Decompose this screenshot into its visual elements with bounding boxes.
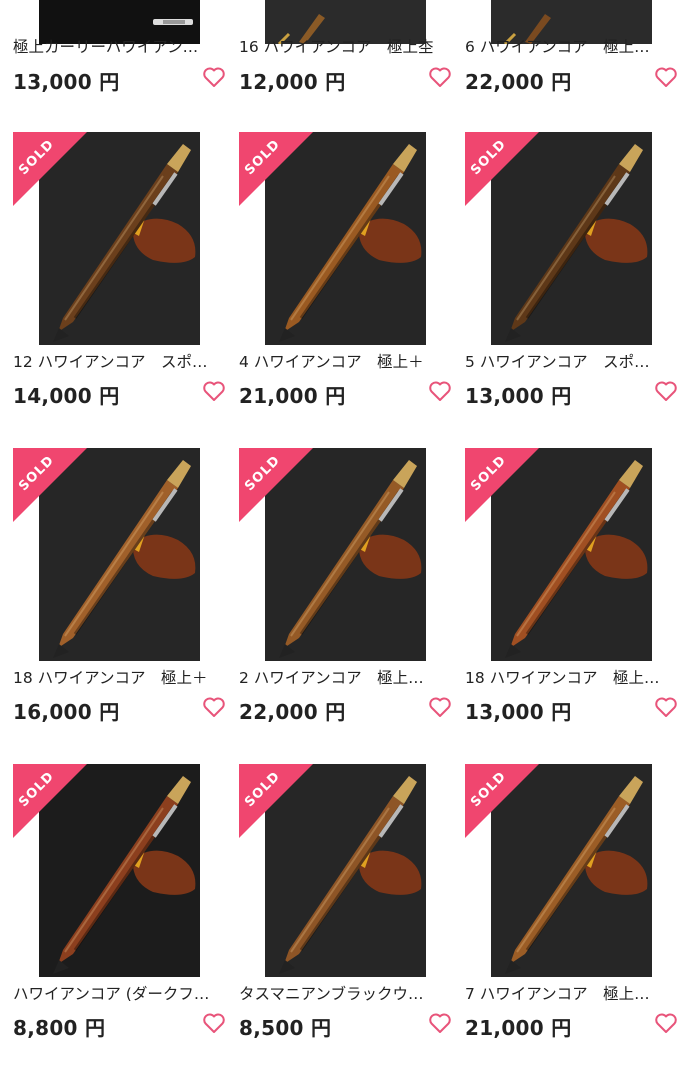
product-card[interactable]: SOLD 18 ハワイアンコア 極上＋ 16,000 円 [13,448,226,724]
product-price: 8,500 円 [239,1016,332,1040]
product-image[interactable]: SOLD [239,764,426,977]
product-price: 13,000 円 [465,384,572,408]
product-title[interactable]: タスマニアンブラックウ… [239,984,452,1004]
product-rows: SOLD 12 ハワイアンコア スポ… 14,000 円 SOLD 4 ハワイアンコア … [0,132,691,1080]
product-image[interactable]: SOLD [465,764,652,977]
heart-icon[interactable] [202,66,226,88]
product-card[interactable]: 6 ハワイアンコア 極上… 22,000 円 [465,0,678,94]
product-title[interactable]: 18 ハワイアンコア 極上＋ [13,668,226,688]
product-image[interactable]: SOLD [465,132,652,345]
product-price: 12,000 円 [239,70,346,94]
product-title[interactable]: 4 ハワイアンコア 極上＋ [239,352,452,372]
product-grid: 極上カーリーハワイアン… 13,000 円 16 ハワイアンコア 極上杢 12,… [0,0,691,1080]
product-card[interactable]: SOLD 2 ハワイアンコア 極上… 22,000 円 [239,448,452,724]
product-price: 14,000 円 [13,384,120,408]
heart-icon[interactable] [654,66,678,88]
heart-icon[interactable] [428,66,452,88]
product-price: 22,000 円 [239,700,346,724]
product-title[interactable]: 7 ハワイアンコア 極上… [465,984,678,1004]
sold-ribbon: SOLD [465,448,539,522]
product-title[interactable]: 18 ハワイアンコア 極上… [465,668,678,688]
sold-ribbon: SOLD [239,132,313,206]
product-title[interactable]: 12 ハワイアンコア スポ… [13,352,226,372]
heart-icon[interactable] [654,696,678,718]
product-card[interactable]: SOLD ハワイアンコア (ダークフ… 8,800 円 [13,764,226,1040]
heart-icon[interactable] [202,696,226,718]
heart-icon[interactable] [654,1012,678,1034]
sold-ribbon: SOLD [13,764,87,838]
product-row: SOLD 12 ハワイアンコア スポ… 14,000 円 SOLD 4 ハワイアンコア … [0,132,691,448]
product-title[interactable]: 2 ハワイアンコア 極上… [239,668,452,688]
product-price: 16,000 円 [13,700,120,724]
sold-ribbon: SOLD [465,764,539,838]
heart-icon[interactable] [428,1012,452,1034]
product-price: 13,000 円 [13,70,120,94]
product-image[interactable]: SOLD [13,448,200,661]
product-title[interactable]: 5 ハワイアンコア スポ… [465,352,678,372]
product-card[interactable]: SOLD 18 ハワイアンコア 極上… 13,000 円 [465,448,678,724]
product-row: 極上カーリーハワイアン… 13,000 円 16 ハワイアンコア 極上杢 12,… [0,0,691,132]
product-title[interactable]: 16 ハワイアンコア 極上杢 [239,37,452,57]
product-row: SOLD 18 ハワイアンコア 極上＋ 16,000 円 SOLD 2 ハワイアンコア … [0,448,691,764]
product-card[interactable]: SOLD 5 ハワイアンコア スポ… 13,000 円 [465,132,678,408]
product-card[interactable]: SOLD 4 ハワイアンコア 極上＋ 21,000 円 [239,132,452,408]
heart-icon[interactable] [428,380,452,402]
sold-ribbon: SOLD [239,448,313,522]
heart-icon[interactable] [428,696,452,718]
heart-icon[interactable] [202,1012,226,1034]
product-price: 8,800 円 [13,1016,106,1040]
heart-icon[interactable] [202,380,226,402]
product-image[interactable]: SOLD [13,764,200,977]
product-image[interactable]: SOLD [465,448,652,661]
product-card[interactable]: SOLD 12 ハワイアンコア スポ… 14,000 円 [13,132,226,408]
product-price: 22,000 円 [465,70,572,94]
heart-icon[interactable] [654,380,678,402]
product-title[interactable]: 6 ハワイアンコア 極上… [465,37,678,57]
product-price: 21,000 円 [465,1016,572,1040]
product-price: 21,000 円 [239,384,346,408]
product-title[interactable]: ハワイアンコア (ダークフ… [13,984,226,1004]
product-image[interactable]: SOLD [239,132,426,345]
product-card[interactable]: 16 ハワイアンコア 極上杢 12,000 円 [239,0,452,94]
product-title[interactable]: 極上カーリーハワイアン… [13,37,226,57]
product-card[interactable]: SOLD 7 ハワイアンコア 極上… 21,000 円 [465,764,678,1040]
product-card[interactable]: SOLD タスマニアンブラックウ… 8,500 円 [239,764,452,1040]
product-image[interactable]: SOLD [239,448,426,661]
sold-ribbon: SOLD [13,448,87,522]
product-row: SOLD ハワイアンコア (ダークフ… 8,800 円 SOLD タスマニアンブラックウ… [0,764,691,1080]
sold-ribbon: SOLD [13,132,87,206]
product-price: 13,000 円 [465,700,572,724]
product-image[interactable]: SOLD [13,132,200,345]
sold-ribbon: SOLD [239,764,313,838]
sold-ribbon: SOLD [465,132,539,206]
product-card[interactable]: 極上カーリーハワイアン… 13,000 円 [13,0,226,94]
